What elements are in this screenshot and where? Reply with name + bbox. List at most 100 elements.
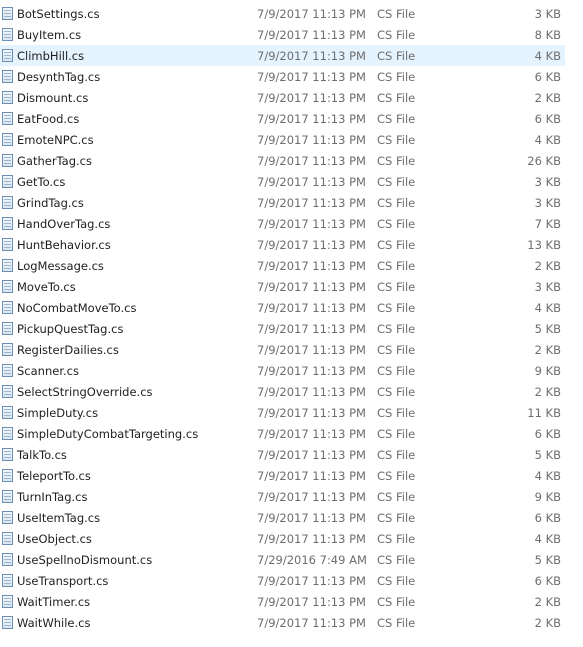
file-row[interactable]: UseTransport.cs 7/9/2017 11:13 PM CS File 6… <box>0 570 565 591</box>
file-date-modified: 7/9/2017 11:13 PM <box>257 469 366 483</box>
file-size: 26 KB <box>527 154 561 168</box>
file-row[interactable]: UseObject.cs 7/9/2017 11:13 PM CS File 4 KB <box>0 528 565 549</box>
cs-file-icon <box>2 280 13 293</box>
file-date-modified: 7/9/2017 11:13 PM <box>257 427 366 441</box>
file-row[interactable]: MoveTo.cs 7/9/2017 11:13 PM CS File 3 KB <box>0 276 565 297</box>
file-size: 2 KB <box>534 259 561 273</box>
file-size: 7 KB <box>534 217 561 231</box>
cs-file-icon <box>2 28 13 41</box>
file-row[interactable]: TalkTo.cs 7/9/2017 11:13 PM CS File 5 KB <box>0 444 565 465</box>
file-size: 2 KB <box>534 343 561 357</box>
file-name: SimpleDutyCombatTargeting.cs <box>17 427 199 441</box>
file-row[interactable]: WaitWhile.cs 7/9/2017 11:13 PM CS File 2 KB <box>0 612 565 633</box>
file-type: CS File <box>377 70 416 84</box>
file-date-modified: 7/9/2017 11:13 PM <box>257 217 366 231</box>
cs-file-icon <box>2 322 13 335</box>
file-name: BuyItem.cs <box>17 28 82 42</box>
file-row[interactable]: UseItemTag.cs 7/9/2017 11:13 PM CS File 6 K… <box>0 507 565 528</box>
file-row[interactable]: SimpleDutyCombatTargeting.cs 7/9/2017 11:… <box>0 423 565 444</box>
file-date-modified: 7/9/2017 11:13 PM <box>257 490 366 504</box>
file-name: EatFood.cs <box>17 112 80 126</box>
file-type: CS File <box>377 91 416 105</box>
file-date-modified: 7/9/2017 11:13 PM <box>257 154 366 168</box>
file-row[interactable]: LogMessage.cs 7/9/2017 11:13 PM CS File 2 K… <box>0 255 565 276</box>
file-row[interactable]: Scanner.cs 7/9/2017 11:13 PM CS File 9 KB <box>0 360 565 381</box>
file-date-modified: 7/9/2017 11:13 PM <box>257 448 366 462</box>
file-size: 6 KB <box>534 70 561 84</box>
cs-file-icon <box>2 7 13 20</box>
file-row[interactable]: Dismount.cs 7/9/2017 11:13 PM CS File 2 KB <box>0 87 565 108</box>
file-row[interactable]: TeleportTo.cs 7/9/2017 11:13 PM CS File 4 K… <box>0 465 565 486</box>
file-row[interactable]: GrindTag.cs 7/9/2017 11:13 PM CS File 3 KB <box>0 192 565 213</box>
cs-file-icon <box>2 196 13 209</box>
file-date-modified: 7/9/2017 11:13 PM <box>257 49 366 63</box>
file-type: CS File <box>377 427 416 441</box>
cs-file-icon <box>2 238 13 251</box>
file-date-modified: 7/9/2017 11:13 PM <box>257 175 366 189</box>
file-type: CS File <box>377 490 416 504</box>
file-row[interactable]: EatFood.cs 7/9/2017 11:13 PM CS File 6 KB <box>0 108 565 129</box>
file-name: HuntBehavior.cs <box>17 238 111 252</box>
file-type: CS File <box>377 7 416 21</box>
file-name: ClimbHill.cs <box>17 49 85 63</box>
file-type: CS File <box>377 238 416 252</box>
cs-file-icon <box>2 259 13 272</box>
file-row[interactable]: TurnInTag.cs 7/9/2017 11:13 PM CS File 9 KB <box>0 486 565 507</box>
file-name: DesynthTag.cs <box>17 70 101 84</box>
file-size: 4 KB <box>534 532 561 546</box>
file-row[interactable]: DesynthTag.cs 7/9/2017 11:13 PM CS File 6 K… <box>0 66 565 87</box>
file-size: 3 KB <box>534 196 561 210</box>
cs-file-icon <box>2 343 13 356</box>
file-size: 3 KB <box>534 7 561 21</box>
file-type: CS File <box>377 469 416 483</box>
file-type: CS File <box>377 28 416 42</box>
file-row[interactable]: BuyItem.cs 7/9/2017 11:13 PM CS File 8 KB <box>0 24 565 45</box>
file-row[interactable]: SelectStringOverride.cs 7/9/2017 11:13 PM… <box>0 381 565 402</box>
file-row[interactable]: NoCombatMoveTo.cs 7/9/2017 11:13 PM CS Fil… <box>0 297 565 318</box>
file-date-modified: 7/29/2016 7:49 AM <box>257 553 367 567</box>
file-type: CS File <box>377 448 416 462</box>
cs-file-icon <box>2 511 13 524</box>
file-row[interactable]: SimpleDuty.cs 7/9/2017 11:13 PM CS File 11 … <box>0 402 565 423</box>
file-date-modified: 7/9/2017 11:13 PM <box>257 406 366 420</box>
file-name: SimpleDuty.cs <box>17 406 99 420</box>
file-size: 2 KB <box>534 595 561 609</box>
file-row[interactable]: RegisterDailies.cs 7/9/2017 11:13 PM CS Fi… <box>0 339 565 360</box>
file-date-modified: 7/9/2017 11:13 PM <box>257 259 366 273</box>
file-size: 5 KB <box>534 553 561 567</box>
file-row[interactable]: HandOverTag.cs 7/9/2017 11:13 PM CS File 7 … <box>0 213 565 234</box>
cs-file-icon <box>2 595 13 608</box>
file-row[interactable]: ClimbHill.cs 7/9/2017 11:13 PM CS File 4 KB <box>0 45 565 66</box>
file-date-modified: 7/9/2017 11:13 PM <box>257 238 366 252</box>
file-row[interactable]: UseSpellnoDismount.cs 7/29/2016 7:49 AM CS… <box>0 549 565 570</box>
file-date-modified: 7/9/2017 11:13 PM <box>257 91 366 105</box>
file-row[interactable]: WaitTimer.cs 7/9/2017 11:13 PM CS File 2 KB <box>0 591 565 612</box>
cs-file-icon <box>2 532 13 545</box>
file-size: 2 KB <box>534 616 561 630</box>
file-name: UseItemTag.cs <box>17 511 101 525</box>
file-name: GetTo.cs <box>17 175 66 189</box>
file-row[interactable]: GetTo.cs 7/9/2017 11:13 PM CS File 3 KB <box>0 171 565 192</box>
file-date-modified: 7/9/2017 11:13 PM <box>257 595 366 609</box>
file-size: 9 KB <box>534 364 561 378</box>
file-row[interactable]: EmoteNPC.cs 7/9/2017 11:13 PM CS File 4 KB <box>0 129 565 150</box>
file-type: CS File <box>377 259 416 273</box>
file-date-modified: 7/9/2017 11:13 PM <box>257 322 366 336</box>
file-type: CS File <box>377 322 416 336</box>
file-row[interactable]: BotSettings.cs 7/9/2017 11:13 PM CS File 3 … <box>0 3 565 24</box>
file-date-modified: 7/9/2017 11:13 PM <box>257 112 366 126</box>
file-date-modified: 7/9/2017 11:13 PM <box>257 532 366 546</box>
file-row[interactable]: GatherTag.cs 7/9/2017 11:13 PM CS File 26 K… <box>0 150 565 171</box>
cs-file-icon <box>2 427 13 440</box>
file-date-modified: 7/9/2017 11:13 PM <box>257 280 366 294</box>
file-row[interactable]: PickupQuestTag.cs 7/9/2017 11:13 PM CS Fil… <box>0 318 565 339</box>
cs-file-icon <box>2 91 13 104</box>
file-name: GrindTag.cs <box>17 196 84 210</box>
file-name: WaitTimer.cs <box>17 595 91 609</box>
cs-file-icon <box>2 70 13 83</box>
file-name: BotSettings.cs <box>17 7 100 21</box>
file-name: UseTransport.cs <box>17 574 109 588</box>
file-row[interactable]: HuntBehavior.cs 7/9/2017 11:13 PM CS File 1… <box>0 234 565 255</box>
file-name: PickupQuestTag.cs <box>17 322 124 336</box>
file-date-modified: 7/9/2017 11:13 PM <box>257 301 366 315</box>
